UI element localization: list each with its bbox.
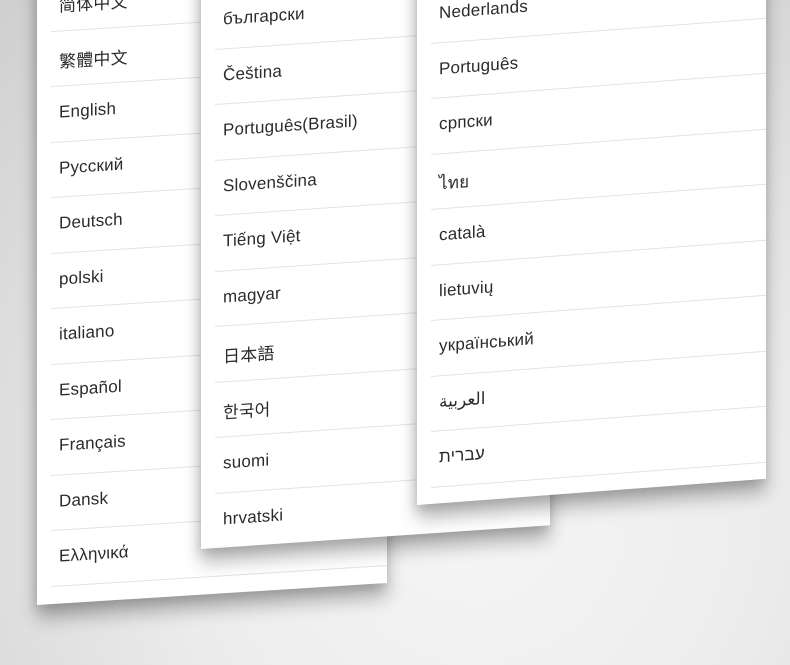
language-list-3: Nederlands Português српски ไทย català l… — [431, 0, 766, 488]
language-list-panel-3: Nederlands Português српски ไทย català l… — [417, 0, 766, 506]
